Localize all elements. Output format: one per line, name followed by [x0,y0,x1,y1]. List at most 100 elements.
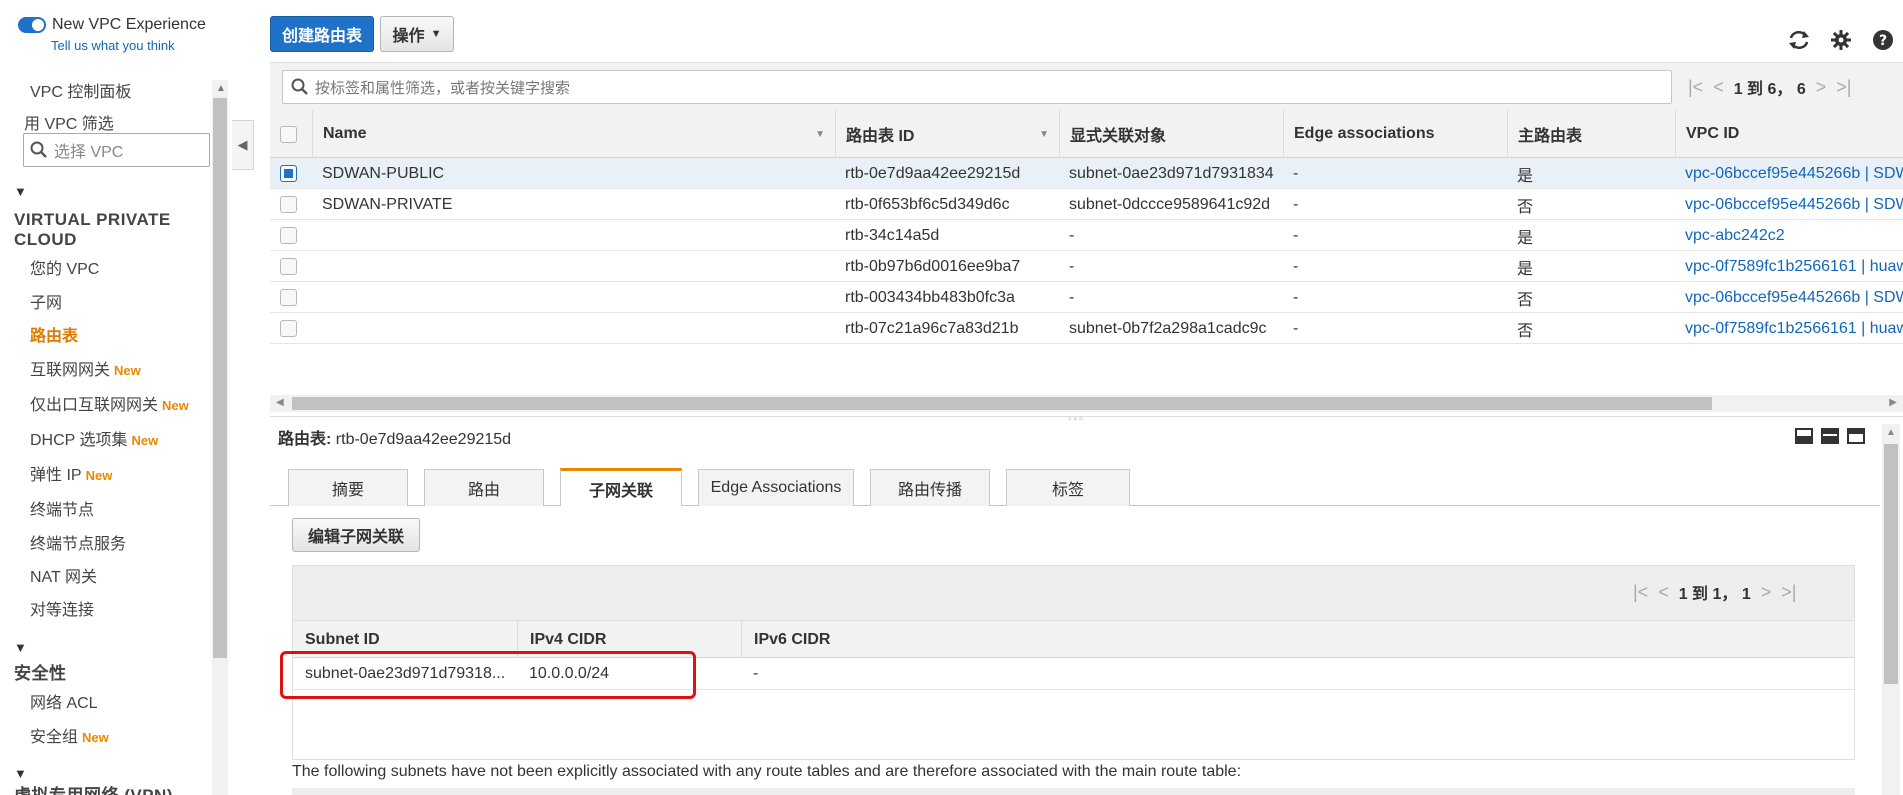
scroll-left-icon[interactable]: ◀ [276,397,284,408]
table-row[interactable]: rtb-0b97b6d0016ee9ba7 - - 是 vpc-0f7589fc1b25… [270,251,1903,282]
search-input[interactable]: 按标签和属性筛选，或者按关键字搜索 [282,70,1672,104]
column-header-ipv6[interactable]: IPv6 CIDR [741,621,965,658]
new-experience-toggle-row[interactable]: New VPC Experience [18,16,206,34]
section-caret-icon[interactable]: ▼ [14,640,27,655]
refresh-icon[interactable] [1787,28,1811,52]
last-page-icon[interactable]: >| [1836,77,1851,98]
sidebar-item[interactable]: DHCP 选项集 New [30,426,158,450]
section-caret-icon[interactable]: ▼ [14,184,27,199]
sidebar-item-label: 仅出口互联网网关 [30,397,159,414]
row-checkbox[interactable] [280,289,297,306]
help-icon[interactable]: ? [1871,28,1895,52]
subnet-ipv6-cidr: - [753,665,759,682]
sidebar-item[interactable]: 终端节点服务 [30,530,126,554]
column-header-name[interactable]: Name ▼ [312,110,835,158]
sidebar-scrollbar[interactable]: ▲ [212,80,228,795]
table-row[interactable]: SDWAN-PUBLIC rtb-0e7d9aa42ee29215d subnet-… [270,158,1903,189]
next-page-icon[interactable]: > [1816,77,1827,98]
table-row[interactable]: rtb-07c21a96c7a83d21b subnet-0b7f2a298a1c… [270,313,1903,344]
table-row[interactable]: SDWAN-PRIVATE rtb-0f653bf6c5d349d6c subnet… [270,189,1903,220]
vertical-scroll-thumb[interactable] [1884,444,1898,684]
row-checkbox[interactable] [280,258,297,275]
search-icon [30,141,47,158]
layout-split-icon[interactable] [1821,428,1839,444]
sidebar-item[interactable]: 您的 VPC [30,255,99,279]
sidebar-item[interactable]: 弹性 IP New [30,461,112,485]
sidebar-item[interactable]: NAT 网关 [30,563,97,587]
column-header-main[interactable]: 主路由表 [1507,110,1675,158]
edit-subnet-associations-button[interactable]: 编辑子网关联 [292,518,420,552]
cell-vpc[interactable]: vpc-06bccef95e445266b | SDWAN [1675,282,1903,313]
first-page-icon[interactable]: |< [1688,77,1703,98]
cell-vpc[interactable]: vpc-06bccef95e445266b | SDWAN [1675,158,1903,189]
row-checkbox[interactable] [280,227,297,244]
sort-icon: ▼ [815,128,825,140]
column-header-id[interactable]: 路由表 ID ▼ [835,110,1059,158]
tab-summary[interactable]: 摘要 [288,469,408,506]
prev-page-icon[interactable]: < [1658,582,1669,603]
detail-vertical-scrollbar[interactable]: ▲ [1882,424,1900,795]
cell-vpc[interactable]: vpc-abc242c2 [1675,220,1903,251]
tab-tags[interactable]: 标签 [1006,469,1130,506]
column-header-vpc[interactable]: VPC ID [1675,110,1903,158]
sidebar-item[interactable]: 对等连接 [30,596,94,620]
sidebar-scroll-thumb[interactable] [213,98,227,658]
sidebar-item[interactable]: 仅出口互联网网关 New [30,391,189,415]
sidebar-item-vpc-dashboard[interactable]: VPC 控制面板 [30,78,131,102]
table-row[interactable]: rtb-003434bb483b0fc3a - - 否 vpc-06bccef95e44… [270,282,1903,313]
resize-grip-icon[interactable]: ▫▫▫ [1068,414,1085,425]
cell-vpc[interactable]: vpc-0f7589fc1b2566161 | huawei [1675,313,1903,344]
layout-top-icon[interactable] [1847,428,1865,444]
collapse-sidebar-button[interactable]: ◀ [232,120,254,170]
new-experience-toggle[interactable] [18,17,46,33]
tab-route-propagation[interactable]: 路由传播 [870,469,990,506]
cell-vpc[interactable]: vpc-06bccef95e445266b | SDWAN [1675,189,1903,220]
actions-button[interactable]: 操作 ▼ [380,16,454,52]
unassociated-subnets-header [292,788,1855,795]
sidebar-item[interactable]: 网络 ACL [30,689,98,713]
sidebar-item[interactable]: 安全组 New [30,723,109,747]
section-caret-icon[interactable]: ▼ [14,766,27,781]
create-route-table-button[interactable]: 创建路由表 [270,16,374,52]
vpc-filter-label: 用 VPC 筛选 [24,116,114,133]
cell-main: 否 [1517,322,1534,340]
column-header-edge[interactable]: Edge associations [1283,110,1507,158]
first-page-icon[interactable]: |< [1633,582,1648,603]
table-row[interactable]: rtb-34c14a5d - - 是 vpc-abc242c2 [270,220,1903,251]
tab-routes[interactable]: 路由 [424,469,544,506]
scroll-up-icon[interactable]: ▲ [216,83,226,94]
scroll-up-icon[interactable]: ▲ [1886,427,1896,438]
subnet-pager: |< < 1 到 1， 1 > >| [1633,580,1796,604]
column-header-edge-label: Edge associations [1294,125,1435,142]
select-all-checkbox[interactable] [280,125,297,143]
tab-edge-associations[interactable]: Edge Associations [698,469,854,506]
table-body: SDWAN-PUBLIC rtb-0e7d9aa42ee29215d subnet-… [270,158,1903,344]
cell-main: 是 [1517,229,1534,247]
sidebar-item-label: 终端节点 [30,502,95,519]
sidebar-item[interactable]: 互联网网关 New [30,356,141,380]
feedback-link[interactable]: Tell us what you think [51,38,175,53]
row-checkbox[interactable] [280,320,297,337]
sidebar-item[interactable]: 子网 [30,289,62,313]
column-header-assoc[interactable]: 显式关联对象 [1059,110,1283,158]
column-header-id-label: 路由表 ID [846,128,915,145]
highlight-annotation [280,651,696,699]
scroll-right-icon[interactable]: ▶ [1889,397,1897,408]
tab-subnet-associations[interactable]: 子网关联 [560,468,682,506]
row-checkbox[interactable] [280,165,297,182]
vpc-filter-select[interactable]: 选择 VPC [23,133,210,167]
sidebar-item[interactable]: 路由表 [30,322,78,346]
table-horizontal-scrollbar[interactable]: ◀ ▶ [270,395,1903,412]
column-header-vpc-label: VPC ID [1686,125,1740,142]
prev-page-icon[interactable]: < [1713,77,1724,98]
gear-icon[interactable] [1829,28,1853,52]
layout-bottom-icon[interactable] [1795,428,1813,444]
last-page-icon[interactable]: >| [1781,582,1796,603]
horizontal-scroll-thumb[interactable] [292,397,1712,410]
row-checkbox[interactable] [280,196,297,213]
cell-edge: - [1293,164,1299,182]
sidebar-item[interactable]: 终端节点 [30,496,94,520]
cell-vpc[interactable]: vpc-0f7589fc1b2566161 | huawei [1675,251,1903,282]
cell-assoc: subnet-0b7f2a298a1cadc9c [1069,319,1267,337]
next-page-icon[interactable]: > [1761,582,1772,603]
